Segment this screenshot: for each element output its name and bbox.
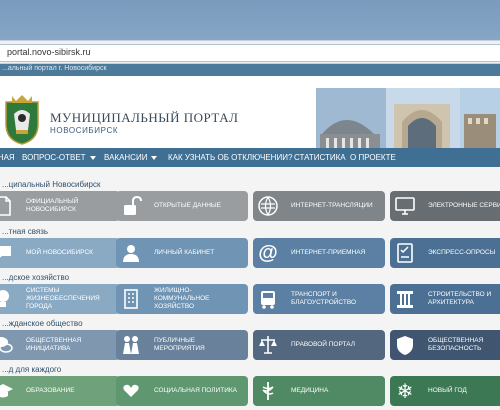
tile-official-novosibirsk[interactable]: ОФИЦИАЛЬНЫЙ НОВОСИБИРСК: [0, 191, 120, 221]
column-icon: [390, 284, 420, 314]
section-title-municipal: ...ципальный Новосибирск: [2, 180, 101, 189]
shield-icon: [390, 330, 420, 360]
section-title-city-for-everyone: ...д для каждого: [2, 365, 62, 374]
chevron-down-icon: [151, 155, 158, 160]
building-icon: [116, 284, 146, 314]
tile-my-novosibirsk[interactable]: МОЙ НОВОСИБИРСК: [0, 238, 120, 268]
user-icon: [116, 238, 146, 268]
broadcast-icon: [253, 191, 283, 221]
tile-legal-portal[interactable]: ПРАВОВОЙ ПОРТАЛ: [253, 330, 385, 360]
main-navigation: ГЛАВНАЯ ВОПРОС-ОТВЕТ ВАКАНСИИ КАК УЗНАТЬ…: [0, 148, 500, 167]
top-strip-text: ...альный портал г. Новосибирск: [2, 65, 107, 72]
tile-public-initiative[interactable]: ОБЩЕСТВЕННАЯ ИНИЦИАТИВА: [0, 330, 120, 360]
chat-icon: [0, 238, 18, 268]
tile-express-polls[interactable]: ЭКСПРЕСС-ОПРОСЫ: [390, 238, 500, 268]
bus-icon: [253, 284, 283, 314]
checklist-icon: [390, 238, 420, 268]
tile-construction[interactable]: СТРОИТЕЛЬСТВО И АРХИТЕКТУРА: [390, 284, 500, 314]
tile-public-safety[interactable]: ОБЩЕСТВЕННАЯ БЕЗОПАСНОСТЬ: [390, 330, 500, 360]
top-strip: ...альный портал г. Новосибирск: [0, 64, 500, 76]
address-bar[interactable]: portal.novo-sibirsk.ru: [0, 44, 500, 62]
graduation-cap-icon: [0, 376, 18, 406]
section-title-civil-society: ...жданское общество: [2, 319, 83, 328]
tile-life-support[interactable]: СИСТЕМЫ ЖИЗНЕОБЕСПЕЧЕНИЯ ГОРОДА: [0, 284, 120, 314]
tile-open-data[interactable]: ОТКРЫТЫЕ ДАННЫЕ: [116, 191, 248, 221]
tile-medicine[interactable]: МЕДИЦИНА: [253, 376, 385, 406]
people-icon: [116, 330, 146, 360]
nav-item-statistics[interactable]: СТАТИСТИКА: [294, 153, 346, 162]
chevron-down-icon: [89, 155, 96, 160]
tile-education[interactable]: ОБРАЗОВАНИЕ: [0, 376, 120, 406]
browser-chrome: [0, 0, 500, 40]
tile-e-services[interactable]: ЭЛЕКТРОННЫЕ СЕРВИСЫ: [390, 191, 500, 221]
web-page: ...альный портал г. Новосибирск МУНИЦИПА…: [0, 64, 500, 410]
caduceus-icon: [253, 376, 283, 406]
nav-item-about[interactable]: О ПРОЕКТЕ: [350, 153, 396, 162]
at-sign-icon: @: [258, 241, 278, 264]
tile-transport[interactable]: ТРАНСПОРТ И БЛАГОУСТРОЙСТВО: [253, 284, 385, 314]
tile-new-year[interactable]: ❄ НОВЫЙ ГОД: [390, 376, 500, 406]
open-lock-icon: [116, 191, 146, 221]
browser-toolbar: portal.novo-sibirsk.ru: [0, 40, 500, 64]
nav-item-outages[interactable]: КАК УЗНАТЬ ОБ ОТКЛЮЧЕНИИ?: [168, 153, 292, 162]
tile-social-policy[interactable]: СОЦИАЛЬНАЯ ПОЛИТИКА: [116, 376, 248, 406]
tile-internet-reception[interactable]: @ ИНТЕРНЕТ-ПРИЕМНАЯ: [253, 238, 385, 268]
scales-icon: [253, 330, 283, 360]
tile-public-events[interactable]: ПУБЛИЧНЫЕ МЕРОПРИЯТИЯ: [116, 330, 248, 360]
section-title-feedback: ...тная связь: [2, 227, 49, 236]
portal-subtitle: НОВОСИБИРСК: [50, 126, 119, 135]
tile-internet-broadcasts[interactable]: ИНТЕРНЕТ-ТРАНСЛЯЦИИ: [253, 191, 385, 221]
site-header: МУНИЦИПАЛЬНЫЙ ПОРТАЛ НОВОСИБИРСК: [0, 76, 500, 160]
snowflake-icon: ❄: [396, 380, 414, 403]
speech-bubbles-icon: [0, 330, 18, 360]
nav-item-home[interactable]: ГЛАВНАЯ: [0, 153, 15, 162]
portal-title: МУНИЦИПАЛЬНЫЙ ПОРТАЛ: [50, 110, 239, 125]
nav-item-vacancies[interactable]: ВАКАНСИИ: [104, 153, 158, 162]
nav-item-faq[interactable]: ВОПРОС-ОТВЕТ: [22, 153, 96, 162]
monitor-icon: [390, 191, 420, 221]
tile-housing-utilities[interactable]: ЖИЛИЩНО-КОММУНАЛЬНОЕ ХОЗЯЙСТВО: [116, 284, 248, 314]
section-title-city-economy: ...дское хозяйство: [2, 273, 70, 282]
lightbulb-icon: [0, 284, 18, 314]
tile-personal-account[interactable]: ЛИЧНЫЙ КАБИНЕТ: [116, 238, 248, 268]
url-text: portal.novo-sibirsk.ru: [7, 47, 91, 57]
city-crest-icon[interactable]: [2, 94, 42, 146]
heart-hands-icon: [116, 376, 146, 406]
document-icon: [0, 191, 18, 221]
